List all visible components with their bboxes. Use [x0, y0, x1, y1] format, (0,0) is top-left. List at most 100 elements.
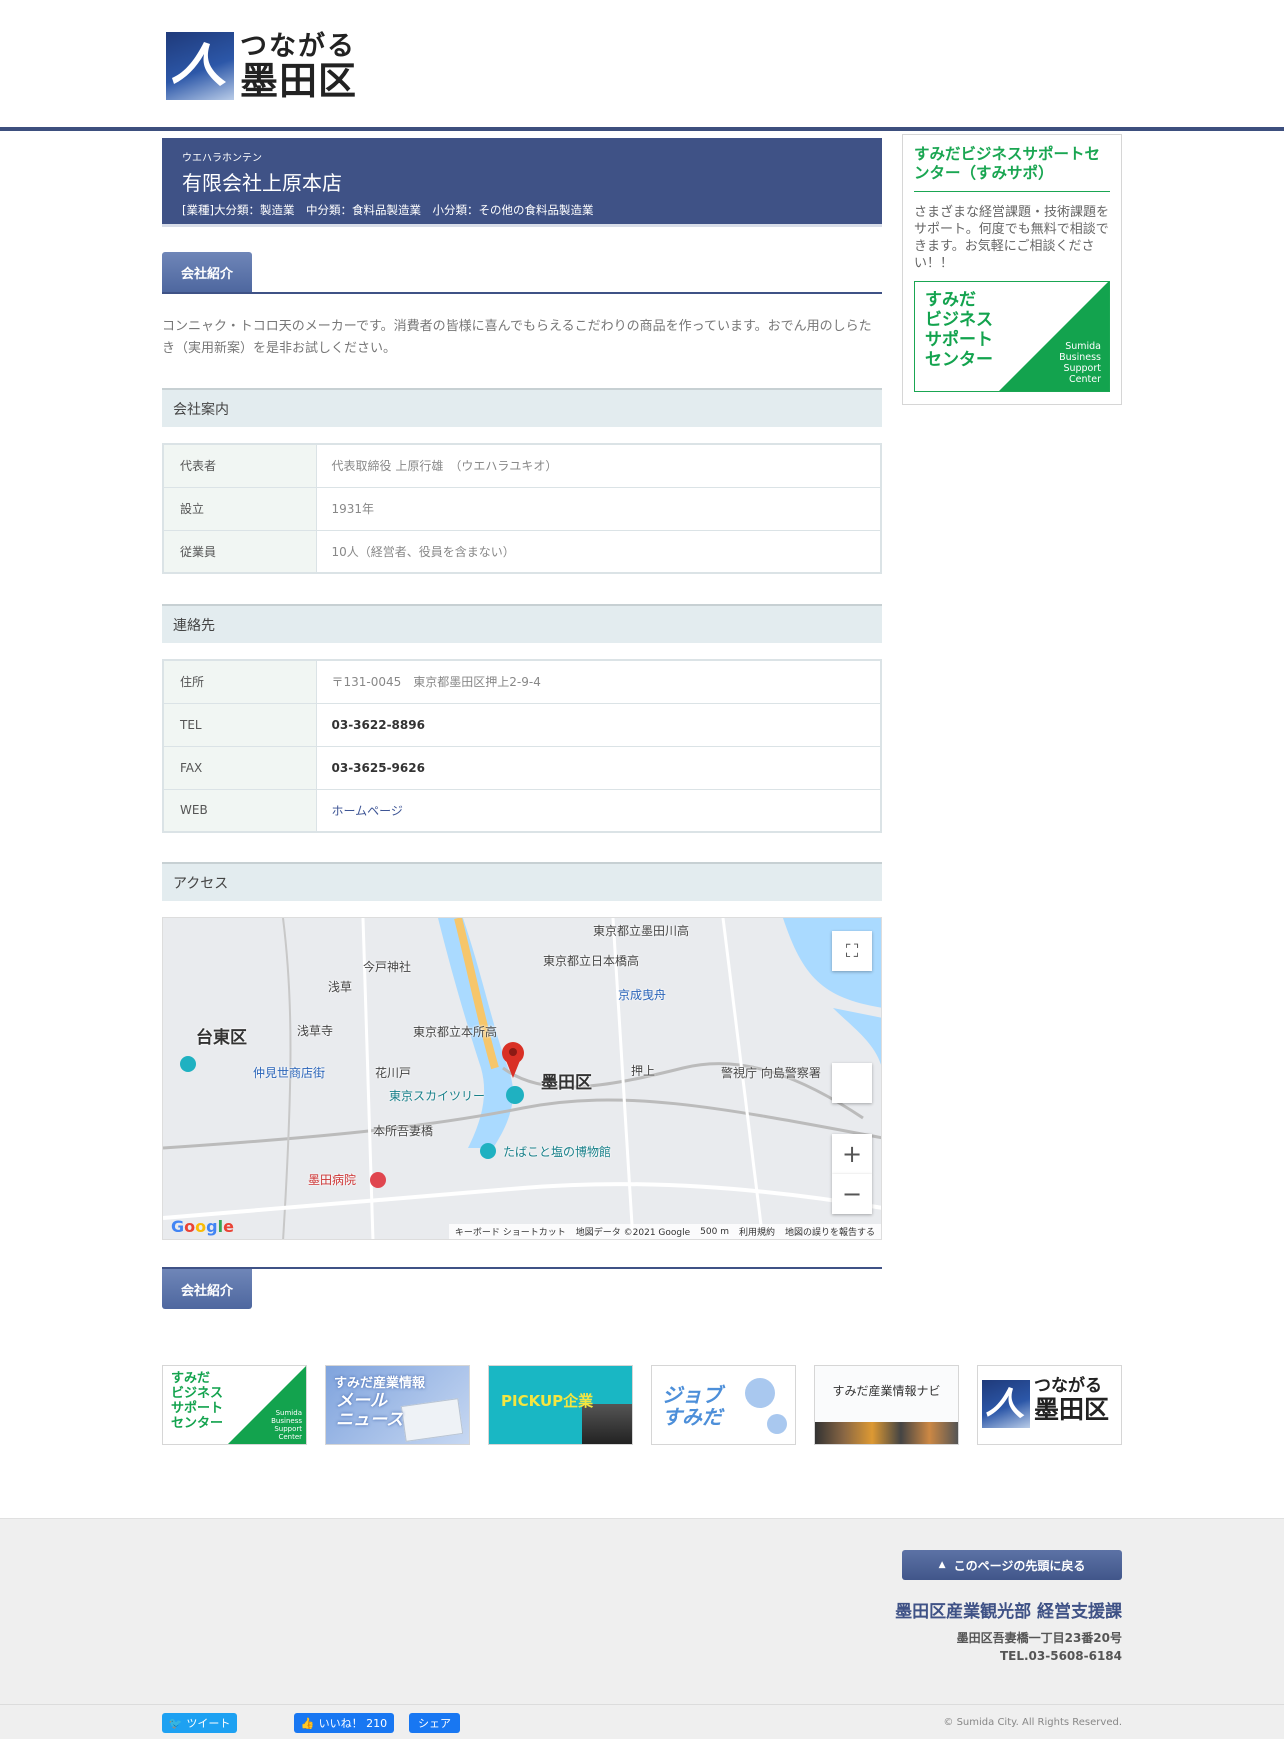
google-map[interactable]: 台東区 墨田区 浅草 浅草寺 仲見世商店街 東京スカイツリー 京成曳舟 押上 本… — [162, 917, 882, 1240]
like-label: いいね！ 210 — [318, 1717, 388, 1730]
company-category: [業種]大分類：製造業 中分類：食料品製造業 小分類：その他の食料品製造業 — [182, 203, 594, 217]
banner4-title: ジョブ すみだ — [662, 1383, 722, 1429]
intro-tab: 会社紹介 — [162, 252, 252, 292]
map-label-imado: 今戸神社 — [363, 960, 412, 974]
table-row: TEL 03-3622-8896 — [163, 703, 881, 747]
site-header: つながる 墨田区 — [0, 0, 1284, 131]
tel-key: TEL — [163, 703, 317, 747]
twitter-bird-icon: 🐦 — [168, 1716, 183, 1730]
fax-value: 03-3625-9626 — [316, 746, 881, 790]
footer-address: 墨田区吾妻橋一丁目23番20号 — [956, 1631, 1122, 1645]
table-row: WEB ホームページ — [163, 789, 881, 833]
table-row: 住所 〒131-0045 東京都墨田区押上2-9-4 — [163, 660, 881, 704]
sidebar-support-center: すみだビジネスサポートセンター（すみサポ） さまざまな経営課題・技術課題をサポー… — [902, 134, 1122, 405]
map-label-school: 東京都立本所高 — [413, 1025, 498, 1039]
support-center-banner[interactable]: すみだ ビジネス サポート センター Sumida Business Suppo… — [914, 281, 1110, 392]
site-logo[interactable]: つながる 墨田区 — [166, 32, 357, 100]
homepage-link[interactable]: ホームページ — [332, 804, 403, 818]
contact-table: 住所 〒131-0045 東京都墨田区押上2-9-4 TEL 03-3622-889… — [162, 659, 882, 833]
banner2-title: すみだ産業情報 — [334, 1376, 426, 1391]
footer-tel: TEL.03-5608-6184 — [999, 1649, 1122, 1663]
table-row: 代表者 代表取締役 上原行雄 （ウエハラユキオ） — [163, 444, 881, 488]
support-banner-en: Sumida Business Support Center — [1059, 341, 1101, 385]
map-label-hikifune: 京成曳舟 — [618, 988, 667, 1002]
map-label-sumida: 墨田区 — [541, 1073, 592, 1093]
site-footer: ▲ このページの先頭に戻る 墨田区産業観光部 経営支援課 墨田区吾妻橋一丁目23… — [0, 1518, 1284, 1704]
zoom-in-button[interactable]: + — [832, 1134, 872, 1174]
table-row: 従業員 10人（経営者、役員を含まない） — [163, 530, 881, 574]
info-key: 従業員 — [163, 530, 317, 574]
map-label-taito: 台東区 — [196, 1028, 247, 1048]
company-intro-text: コンニャク・トコロ天のメーカーです。消費者の皆様に喜んでもらえるこだわりの商品を… — [162, 319, 872, 356]
logo-mark-icon — [166, 32, 234, 100]
banner5-photos — [815, 1422, 958, 1444]
facebook-like-button[interactable]: 👍 いいね！ 210 — [294, 1713, 394, 1733]
contact-heading: 連絡先 — [162, 604, 882, 643]
banner-mail-news[interactable]: すみだ産業情報 メール ニュース — [325, 1365, 470, 1445]
fullscreen-button[interactable]: ⛶ — [832, 931, 872, 971]
banner3-title: PICKUP企業 — [501, 1392, 594, 1410]
envelope-icon — [400, 1398, 464, 1442]
copyright: © Sumida City. All Rights Reserved. — [943, 1717, 1122, 1728]
banner6-line2: 墨田区 — [1034, 1395, 1110, 1424]
map-terms-link[interactable]: 利用規約 — [739, 1225, 775, 1238]
banner5-title: すみだ産業情報ナビ — [832, 1384, 941, 1398]
info-value: 1931年 — [316, 487, 881, 531]
share-label: シェア — [418, 1717, 451, 1730]
map-report-link[interactable]: 地図の誤りを報告する — [785, 1225, 875, 1238]
map-label-tobacco: たばこと塩の博物館 — [503, 1145, 612, 1159]
banner-tsunagaru-sumida[interactable]: つながる 墨田区 — [977, 1365, 1122, 1445]
map-scale[interactable]: 500 m — [700, 1227, 729, 1237]
map-shortcuts-link[interactable]: キーボード ショートカット — [455, 1225, 566, 1238]
address-key: 住所 — [163, 660, 317, 704]
company-title-box: ウエハラホンテン 有限会社上原本店 [業種]大分類：製造業 中分類：食料品製造業… — [162, 138, 882, 227]
banner-pickup[interactable]: PICKUP企業 — [488, 1365, 633, 1445]
main-content: ウエハラホンテン 有限会社上原本店 [業種]大分類：製造業 中分類：食料品製造業… — [162, 138, 882, 1240]
banner-support-center[interactable]: すみだ ビジネス サポート センター Sumida Business Suppo… — [162, 1365, 307, 1445]
fax-key: FAX — [163, 746, 317, 790]
map-label-oshiage: 押上 — [631, 1064, 656, 1078]
map-label-skytree: 東京スカイツリー — [389, 1089, 486, 1103]
map-label-police: 警視庁 向島警察署 — [721, 1066, 821, 1080]
banner-row: すみだ ビジネス サポート センター Sumida Business Suppo… — [162, 1365, 1122, 1445]
map-label-honjo: 本所吾妻橋 — [373, 1124, 434, 1138]
banner2-sub: メール ニュース — [336, 1391, 404, 1430]
web-key: WEB — [163, 789, 317, 833]
map-label-sensoji: 浅草寺 — [297, 1024, 334, 1038]
map-label-school3: 東京都立墨田川高 — [593, 924, 690, 938]
social-bar: 🐦 ツイート 👍 いいね！ 210 シェア © Sumida City. All… — [0, 1704, 1284, 1739]
info-key: 代表者 — [163, 444, 317, 488]
map-label-hanakawado: 花川戸 — [375, 1066, 412, 1080]
back-to-top-label: このページの先頭に戻る — [953, 1558, 1086, 1573]
minus-icon: − — [841, 1180, 863, 1208]
thumbs-up-icon: 👍 — [300, 1716, 315, 1730]
pegman-button[interactable] — [832, 1063, 872, 1103]
map-footer: キーボード ショートカット 地図データ ©2021 Google 500 m 利… — [448, 1224, 881, 1239]
support-banner-ja: すみだ ビジネス サポート センター — [925, 290, 993, 370]
info-value: 代表取締役 上原行雄 （ウエハラユキオ） — [316, 444, 881, 488]
info-key: 設立 — [163, 487, 317, 531]
tweet-button[interactable]: 🐦 ツイート — [162, 1713, 237, 1733]
tweet-label: ツイート — [186, 1717, 231, 1730]
company-info-table: 代表者 代表取締役 上原行雄 （ウエハラユキオ） 設立 1931年 従業員 10人（経… — [162, 443, 882, 574]
banner-job-sumida[interactable]: ジョブ すみだ — [651, 1365, 796, 1445]
sidebar-title[interactable]: すみだビジネスサポートセンター（すみサポ） — [914, 145, 1110, 192]
bottom-tab: 会社紹介 — [162, 1269, 252, 1309]
address-value: 〒131-0045 東京都墨田区押上2-9-4 — [316, 660, 881, 704]
google-logo[interactable]: Google — [171, 1217, 234, 1236]
logo-mark-icon — [982, 1380, 1030, 1428]
company-info-heading: 会社案内 — [162, 388, 882, 427]
intro-tab-header: 会社紹介 — [162, 252, 882, 294]
table-row: FAX 03-3625-9626 — [163, 746, 881, 790]
zoom-out-button[interactable]: − — [832, 1174, 872, 1214]
access-heading: アクセス — [162, 862, 882, 901]
plus-icon: + — [841, 1140, 863, 1168]
footer-department: 墨田区産業観光部 経営支援課 — [895, 1602, 1122, 1622]
map-label-asakusa: 浅草 — [328, 980, 353, 994]
caret-up-icon: ▲ — [938, 1560, 946, 1570]
fullscreen-icon: ⛶ — [845, 940, 859, 962]
facebook-share-button[interactable]: シェア — [409, 1713, 460, 1733]
company-name: 有限会社上原本店 — [182, 171, 342, 195]
back-to-top-button[interactable]: ▲ このページの先頭に戻る — [902, 1550, 1122, 1580]
banner-industry-navi[interactable]: すみだ産業情報ナビ — [814, 1365, 959, 1445]
